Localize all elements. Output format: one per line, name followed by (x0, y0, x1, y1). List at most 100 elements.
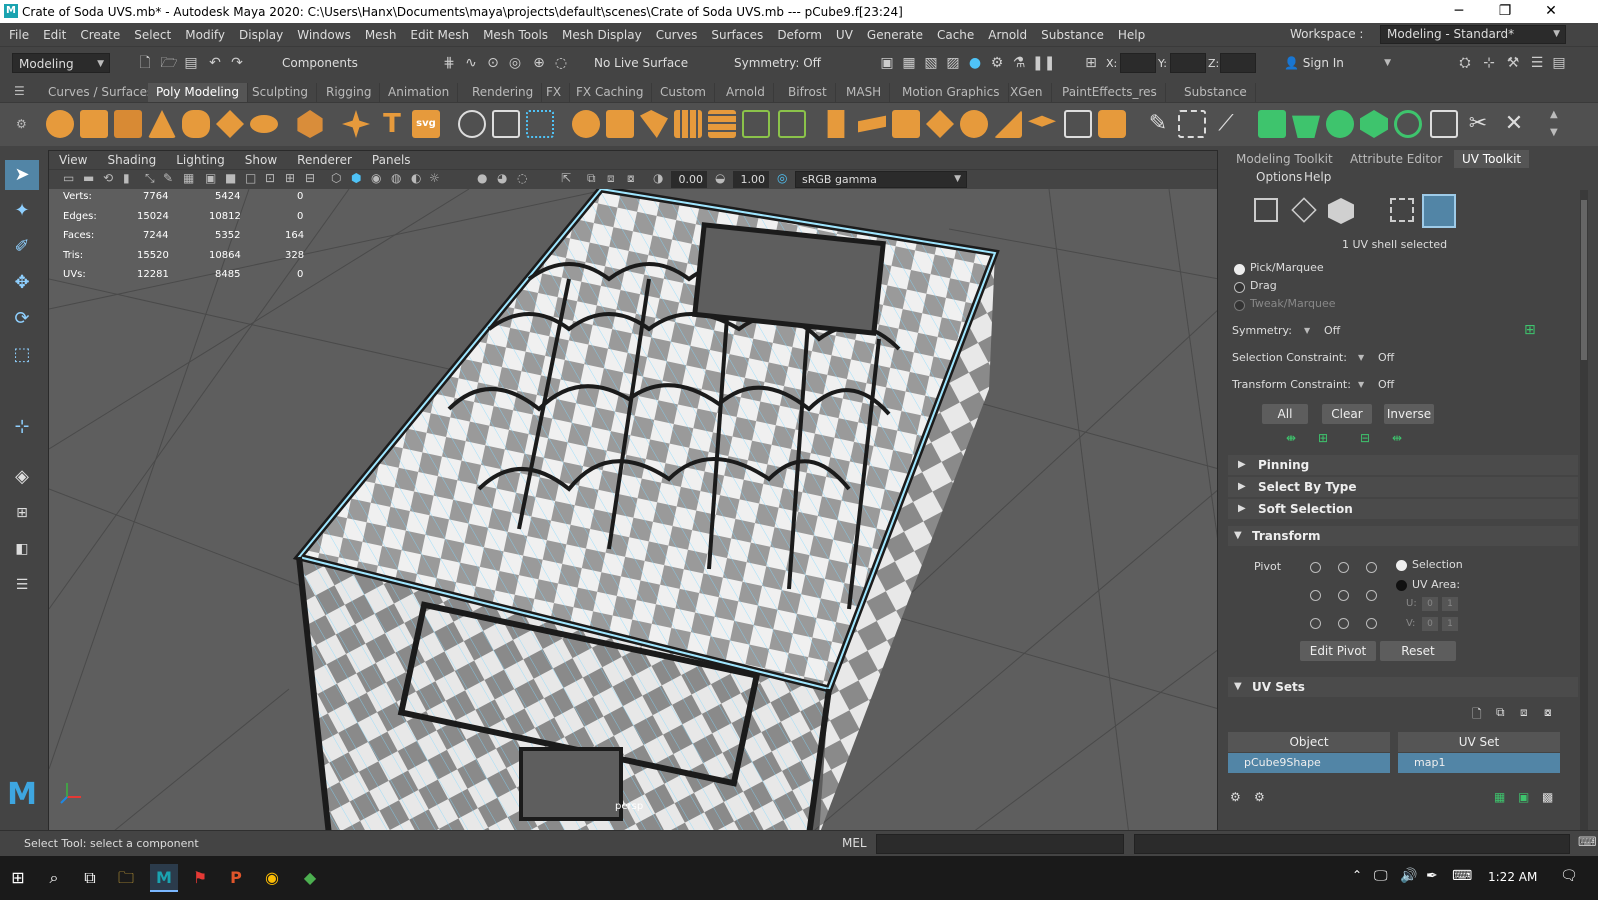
anti-aliasing-icon[interactable]: ◌ (517, 171, 527, 185)
open-scene-icon[interactable]: 🗁 (160, 54, 178, 72)
u-max-field[interactable]: 1 (1442, 597, 1458, 611)
uv-checker-icon[interactable]: ▣ (1518, 790, 1529, 804)
menuset-dropdown[interactable]: Modeling ▼ (12, 53, 110, 73)
menu-windows[interactable]: Windows (290, 28, 358, 42)
maya-taskbar-icon[interactable]: M (150, 864, 178, 892)
pivot-middle-right-radio[interactable] (1366, 590, 1377, 601)
bookmark-icon[interactable]: ⟲ (103, 171, 113, 185)
poly-plane-icon[interactable] (216, 110, 244, 138)
target-weld-icon[interactable] (994, 110, 1022, 138)
four-view-layout-icon[interactable]: ⊞ (5, 498, 39, 528)
viewport-menu-view[interactable]: View (49, 151, 97, 169)
insert-edge-loop-icon[interactable] (1178, 110, 1206, 138)
side-by-side-layout-icon[interactable]: ◧ (5, 534, 39, 564)
last-tool-icon[interactable]: ⊹ (5, 412, 39, 442)
menu-arnold[interactable]: Arnold (981, 28, 1034, 42)
render-view-icon[interactable]: ▣ (878, 54, 896, 72)
textured-icon[interactable]: ◍ (391, 171, 401, 185)
notifications-icon[interactable]: 🗨 (1560, 868, 1578, 884)
menu-substance[interactable]: Substance (1034, 28, 1111, 42)
new-scene-icon[interactable]: 🗋 (136, 54, 154, 72)
uv-automatic-icon[interactable] (1360, 110, 1388, 138)
boolean-icon[interactable] (1098, 110, 1126, 138)
arnold-ipr-icon[interactable]: ⚗ (1010, 54, 1028, 72)
mirror-icon[interactable] (640, 110, 668, 138)
redo-icon[interactable]: ↷ (228, 54, 246, 72)
arnold-render-icon[interactable]: ⚙ (988, 54, 1006, 72)
svg-tool-icon[interactable]: svg (412, 110, 440, 138)
snap-point-icon[interactable]: ⊙ (484, 54, 502, 72)
z-field[interactable] (1220, 53, 1256, 73)
merge-icon[interactable] (926, 110, 954, 138)
menu-file[interactable]: File (2, 28, 36, 42)
poly-cylinder-icon[interactable] (114, 110, 142, 138)
shelf-tab-custom[interactable]: Custom (652, 83, 715, 102)
modeling-toolkit-icon[interactable]: ⛭ (1456, 54, 1474, 72)
pick-marquee-radio[interactable] (1234, 264, 1245, 275)
shelf-tab-sculpting[interactable]: Sculpting (244, 83, 318, 102)
app-taskbar-icon[interactable]: ◆ (296, 864, 324, 892)
uv-sets-section-header[interactable]: ▼ UV Sets (1228, 677, 1578, 697)
menu-modify[interactable]: Modify (178, 28, 232, 42)
sign-in-dropdown[interactable]: 👤 Sign In ▼ (1278, 53, 1396, 73)
viewport-menu-shading[interactable]: Shading (97, 151, 166, 169)
menu-mesh[interactable]: Mesh (358, 28, 404, 42)
acrobat-taskbar-icon[interactable]: ⚑ (186, 864, 214, 892)
v-min-field[interactable]: 0 (1422, 617, 1438, 631)
y-field[interactable] (1170, 53, 1206, 73)
film-gate-icon[interactable]: ▣ (205, 171, 216, 185)
soft-selection-section-header[interactable]: ▶ Soft Selection (1228, 499, 1578, 519)
camera-select-icon[interactable]: ▭ (63, 171, 74, 185)
uv-vertex-mode-icon[interactable] (1254, 198, 1278, 222)
render-settings-icon[interactable]: ▨ (944, 54, 962, 72)
wireframe-on-shaded-icon[interactable]: ◉ (371, 171, 381, 185)
workspace-dropdown[interactable]: Modeling - Standard* ▼ (1380, 25, 1566, 44)
pinning-section-header[interactable]: ▶ Pinning (1228, 455, 1578, 475)
mel-command-input[interactable] (876, 834, 1124, 854)
uv-shell-mode-icon[interactable] (1422, 194, 1456, 228)
tool-settings-icon[interactable]: ⚒ (1504, 54, 1522, 72)
bridge-icon[interactable] (778, 110, 806, 138)
attribute-editor-icon[interactable]: ⊹ (1480, 54, 1498, 72)
snap-surface-icon[interactable]: ⊕ (530, 54, 548, 72)
image-plane-icon[interactable]: ▮ (123, 171, 130, 185)
menu-mesh-display[interactable]: Mesh Display (555, 28, 649, 42)
pivot-top-center-radio[interactable] (1338, 562, 1349, 573)
panel-scrollbar-thumb[interactable] (1581, 200, 1587, 360)
pause-icon[interactable]: ❚❚ (1032, 54, 1055, 72)
grease-pencil-icon[interactable]: ✎ (163, 171, 173, 185)
symmetry-value[interactable]: Off (1324, 324, 1340, 337)
minimize-button[interactable]: ─ (1436, 0, 1482, 23)
uv-cylindrical-icon[interactable] (1292, 115, 1320, 138)
ipr-render-icon[interactable]: ▧ (922, 54, 940, 72)
pivot-selection-radio[interactable] (1396, 560, 1407, 571)
new-uv-set-icon[interactable]: 🗋 (1472, 705, 1482, 726)
viewport-menu-lighting[interactable]: Lighting (166, 151, 235, 169)
multi-cut-icon[interactable] (960, 110, 988, 138)
uv-sets-uvset-cell[interactable]: map1 (1398, 753, 1560, 773)
chevron-up-icon[interactable]: ⌃ (1352, 868, 1362, 882)
uv-edge-mode-icon[interactable] (1291, 197, 1317, 223)
color-management-icon[interactable]: ◎ (777, 171, 787, 185)
snap-view-icon[interactable]: ◎ (506, 54, 524, 72)
uv-layout-shortcut-icon[interactable]: ▦ (1494, 790, 1505, 804)
clock-time[interactable]: 1:22 AM (1488, 870, 1537, 884)
select-tool-icon[interactable]: ➤ (5, 160, 39, 190)
select-by-type-section-header[interactable]: ▶ Select By Type (1228, 477, 1578, 497)
xray-joints-icon[interactable]: ⧈ (607, 171, 615, 186)
scale-tool-icon[interactable]: ⬚ (5, 340, 39, 370)
colorspace-dropdown[interactable]: sRGB gamma ▼ (795, 171, 967, 188)
tab-uv-toolkit[interactable]: UV Toolkit (1454, 150, 1530, 168)
collapse-icon[interactable] (1028, 115, 1056, 127)
keyboard-icon[interactable]: ⌨ (1452, 868, 1472, 884)
exposure-icon[interactable]: ◑ (653, 171, 663, 185)
offset-edge-icon[interactable]: ⟋ (1212, 110, 1240, 138)
channel-box-icon[interactable]: ☰ (1528, 54, 1546, 72)
menu-cache[interactable]: Cache (930, 28, 981, 42)
select-all-button[interactable]: All (1262, 404, 1308, 424)
panel-scrollbar[interactable] (1580, 190, 1588, 830)
smooth-mesh-icon[interactable] (674, 110, 702, 138)
pivot-top-right-radio[interactable] (1366, 562, 1377, 573)
uv-spherical-icon[interactable] (1326, 110, 1354, 138)
uv-planar-icon[interactable] (1258, 110, 1286, 138)
